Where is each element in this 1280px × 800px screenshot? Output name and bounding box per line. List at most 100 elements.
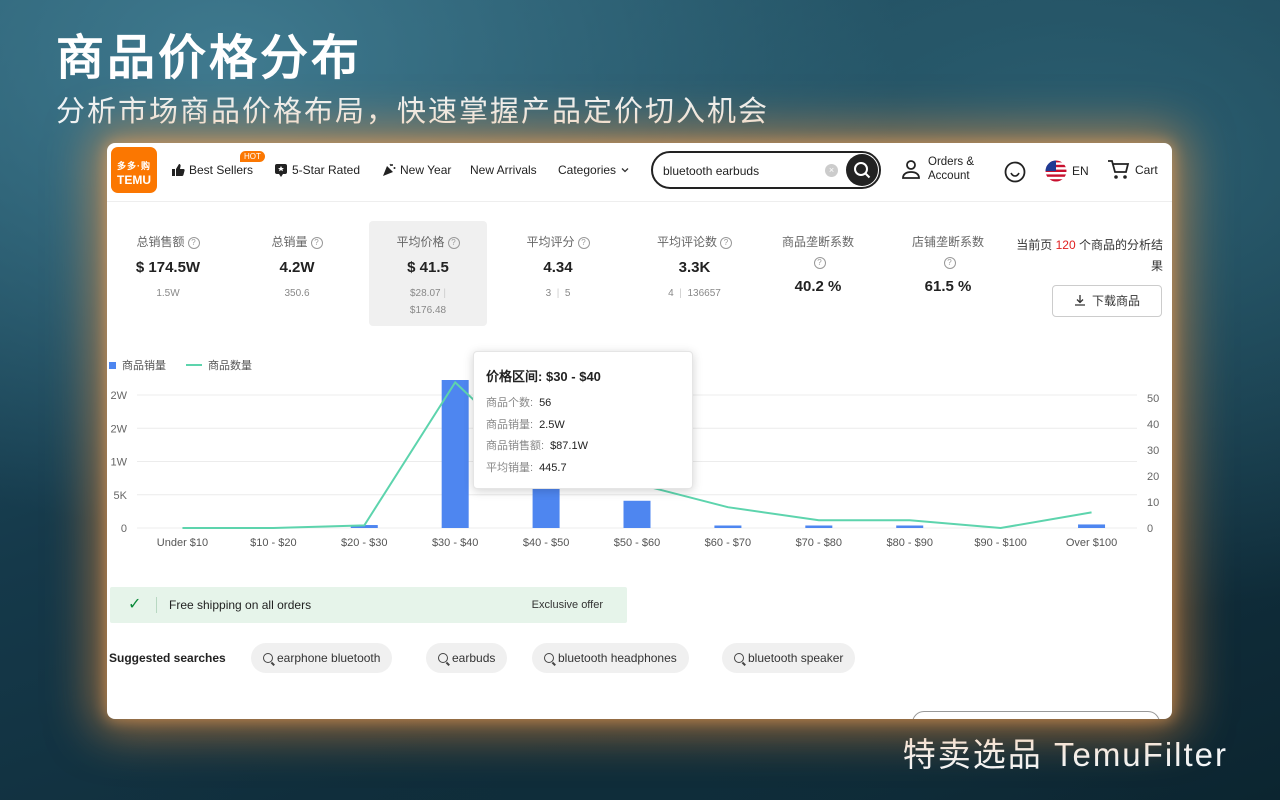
summary-suffix: 个商品的分析结果 — [1075, 238, 1163, 273]
stat-label: 总销售额 — [136, 235, 185, 249]
legend-line-label[interactable]: 商品数量 — [208, 357, 252, 373]
nav-new-year[interactable]: New Year — [382, 163, 451, 177]
exclusive-offer-text: Exclusive offer — [531, 599, 603, 611]
bar — [896, 525, 924, 528]
nav-new-arrivals[interactable]: New Arrivals — [470, 163, 537, 177]
stat-average-rating: 平均评分? 4.34 3 | 5 — [499, 221, 617, 302]
bar — [1078, 524, 1106, 528]
x-tick-label: $20 - $30 — [341, 537, 387, 549]
legend-bar-swatch[interactable] — [109, 361, 116, 369]
x-tick-label: $50 - $60 — [614, 537, 660, 549]
free-shipping-text: Free shipping on all orders — [169, 598, 312, 612]
search-icon — [438, 653, 448, 663]
thumbs-up-icon — [172, 164, 185, 176]
tooltip-row-value: 445.7 — [539, 461, 567, 474]
stat-label: 店铺垄断系数 — [911, 235, 984, 249]
support-chat[interactable] — [1003, 160, 1027, 189]
right-tick-label: 30 — [1147, 445, 1159, 457]
stat-min: $28.07 — [410, 288, 441, 299]
party-popper-icon — [383, 163, 396, 176]
download-products-button[interactable]: 下载商品 — [1052, 285, 1162, 317]
tooltip-title-value: $30 - $40 — [545, 369, 601, 384]
hero-subtitle: 分析市场商品价格布局，快速掌握产品定价切入机会 — [56, 96, 770, 128]
right-tick-label: 40 — [1147, 419, 1159, 431]
user-icon — [902, 160, 920, 179]
cart-button[interactable]: Cart — [1107, 159, 1158, 181]
suggested-search-chip[interactable]: earphone bluetooth — [251, 643, 393, 673]
floating-panel-edge — [912, 711, 1160, 719]
nav-five-star[interactable]: 5-Star Rated — [274, 163, 360, 177]
help-icon[interactable]: ? — [310, 237, 323, 249]
suggested-searches-label: Suggested searches — [109, 651, 226, 665]
stat-value: $ 41.5 — [407, 259, 449, 276]
suggested-search-chip[interactable]: bluetooth headphones — [532, 643, 689, 673]
tooltip-row-label: 平均销量: — [486, 461, 534, 474]
stat-label: 平均价格 — [396, 235, 445, 249]
account-label: Account — [928, 170, 970, 182]
chevron-down-icon — [621, 168, 629, 173]
chart-tooltip: 价格区间: $30 - $40 商品个数: 56 商品销量: 2.5W 商品销售额:… — [473, 351, 693, 489]
nav-categories[interactable]: Categories — [558, 163, 630, 177]
tooltip-row: 商品销售额: $87.1W — [486, 436, 680, 458]
left-tick-label: 2W — [111, 390, 128, 402]
search-button[interactable] — [846, 154, 878, 186]
chip-label: earbuds — [452, 651, 496, 665]
hero-title: 商品价格分布 — [56, 32, 363, 85]
right-tick-label: 10 — [1147, 497, 1159, 509]
stat-label: 商品垄断系数 — [781, 235, 854, 249]
search-icon — [854, 162, 871, 179]
orders-account[interactable]: Orders & Account — [900, 155, 974, 183]
left-tick-label: 1W — [111, 457, 128, 469]
cart-label: Cart — [1135, 163, 1158, 177]
stat-value: 3.3K — [678, 259, 711, 276]
help-icon[interactable]: ? — [447, 237, 460, 249]
star-badge-icon — [275, 164, 287, 177]
bar — [623, 500, 651, 528]
suggested-search-chip[interactable]: earbuds — [426, 643, 508, 673]
stat-label: 平均评论数 — [656, 235, 717, 249]
clear-search-button[interactable]: × — [825, 164, 838, 177]
language-selector[interactable]: EN — [1045, 160, 1089, 182]
stat-label: 平均评分 — [526, 235, 575, 249]
top-nav: 多多·购 TEMU Best Sellers HOT 5-Star Rated … — [107, 143, 1172, 202]
chart-legend: 商品销量 商品数量 — [109, 357, 252, 373]
nav-best-sellers-label: Best Sellers — [189, 163, 254, 177]
left-tick-label: 2W — [111, 423, 128, 435]
us-flag-icon — [1045, 160, 1067, 182]
stat-max: $176.48 — [409, 305, 447, 316]
tooltip-title-label: 价格区间: — [486, 369, 543, 384]
x-tick-label: $10 - $20 — [250, 537, 296, 549]
chip-label: earphone bluetooth — [277, 651, 381, 665]
help-icon[interactable]: ? — [720, 237, 732, 249]
app-window: 多多·购 TEMU Best Sellers HOT 5-Star Rated … — [107, 143, 1172, 719]
x-tick-label: $80 - $90 — [886, 537, 932, 549]
stat-max: 5 — [564, 288, 571, 299]
search-input[interactable] — [661, 160, 823, 182]
help-icon[interactable]: ? — [813, 257, 826, 269]
cart-icon — [1108, 160, 1130, 179]
nav-best-sellers[interactable]: Best Sellers — [171, 163, 253, 177]
x-tick-label: $90 - $100 — [974, 537, 1027, 549]
x-tick-label: $70 - $80 — [796, 537, 842, 549]
brand-footer: 特卖选品 TemuFilter — [902, 736, 1228, 773]
stat-product-monopoly: 商品垄断系数? 40.2 % — [758, 221, 878, 295]
stat-average-reviews: 平均评论数? 3.3K 4 | 136657 — [632, 221, 757, 302]
temu-logo[interactable]: 多多·购 TEMU — [111, 147, 157, 193]
help-icon[interactable]: ? — [577, 237, 590, 249]
legend-bar-label[interactable]: 商品销量 — [122, 357, 166, 373]
stat-total-volume: 总销量? 4.2W 350.6 — [238, 221, 356, 302]
free-shipping-banner[interactable]: ✓ Free shipping on all orders Exclusive … — [110, 587, 627, 623]
stat-total-sales: 总销售额? $ 174.5W 1.5W — [109, 221, 227, 302]
logo-line1: 多多·购 — [117, 161, 151, 171]
suggested-search-chip[interactable]: bluetooth speaker — [722, 643, 856, 673]
x-tick-label: $60 - $70 — [705, 537, 751, 549]
help-icon[interactable]: ? — [943, 257, 956, 269]
tooltip-row: 商品销量: 2.5W — [486, 415, 680, 437]
download-label: 下载商品 — [1091, 294, 1140, 308]
help-icon[interactable]: ? — [187, 237, 200, 249]
x-tick-label: Over $100 — [1066, 537, 1117, 549]
stat-max: 136657 — [687, 288, 721, 299]
legend-line-swatch[interactable] — [186, 364, 202, 366]
check-icon: ✓ — [128, 596, 142, 613]
right-tick-label: 0 — [1147, 523, 1153, 535]
